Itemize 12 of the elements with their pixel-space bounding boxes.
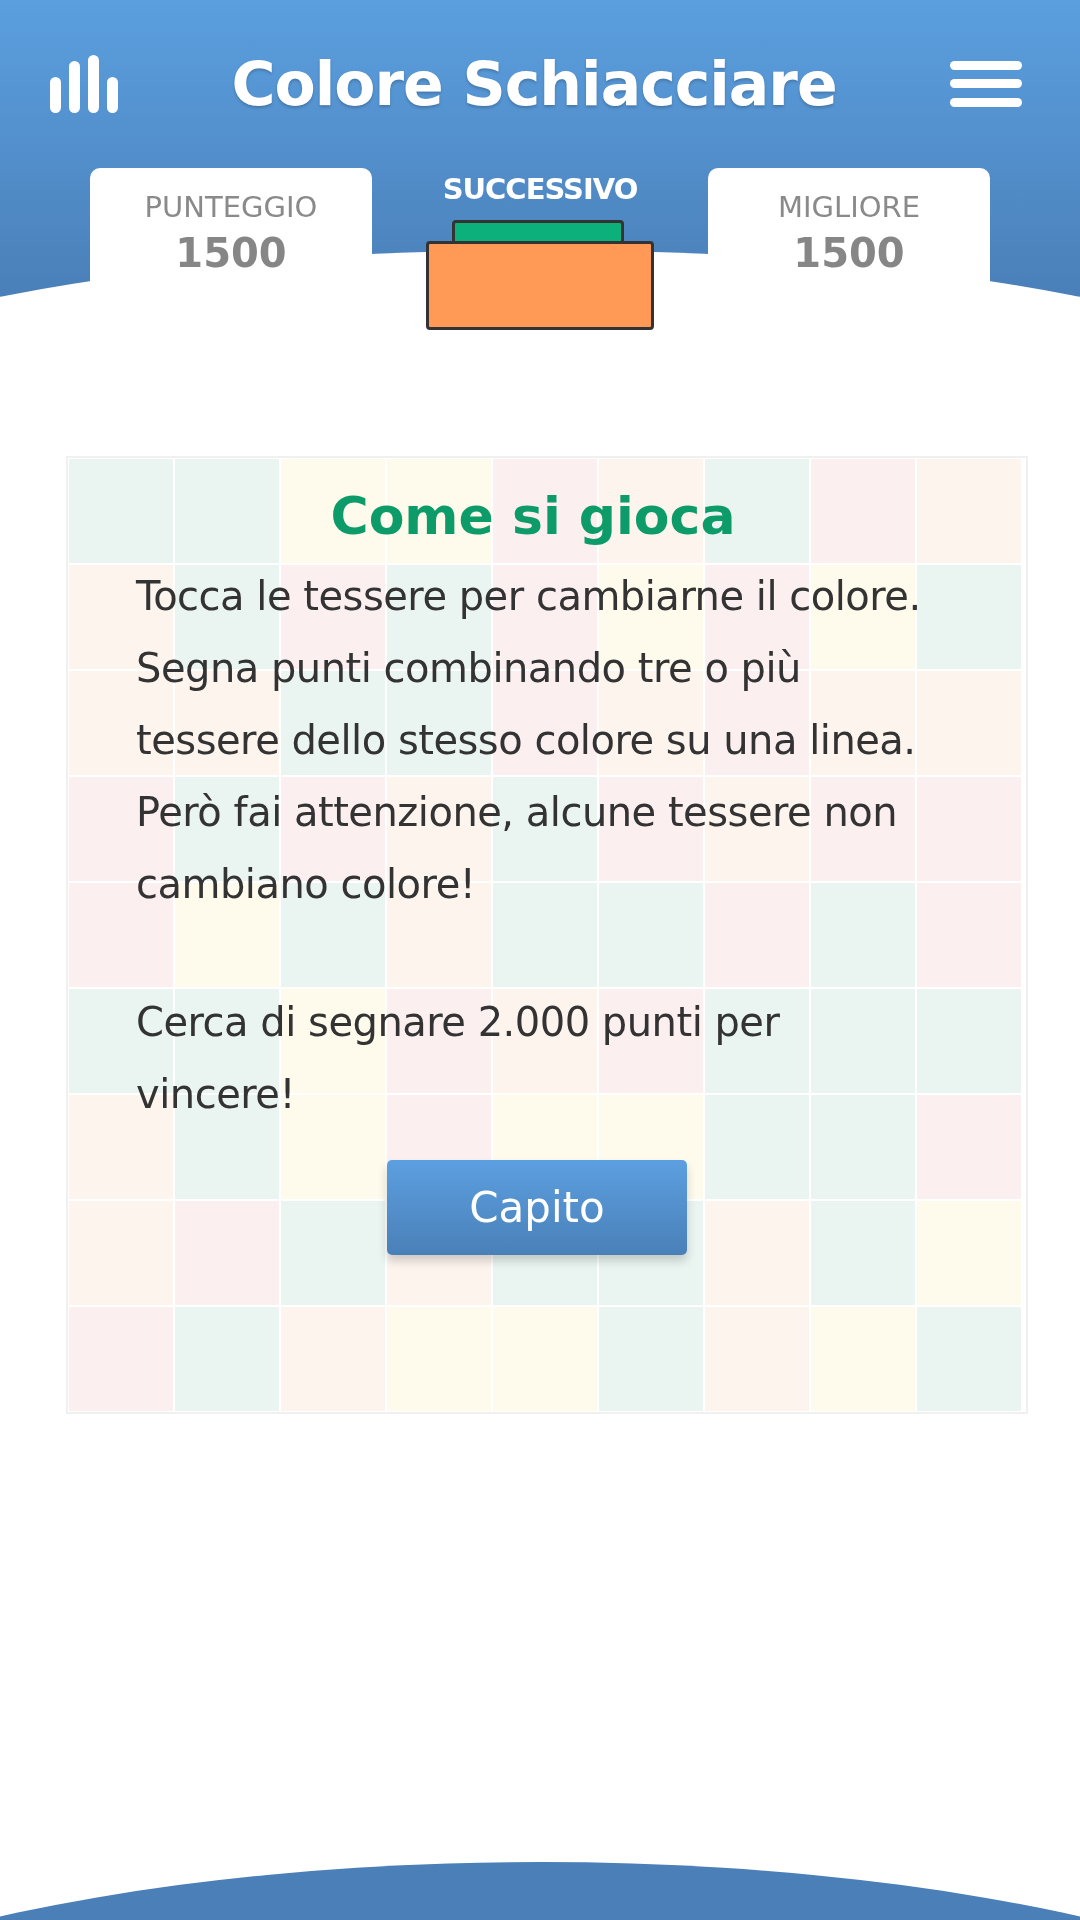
next-label: SUCCESSIVO (442, 172, 638, 206)
bar-chart-icon[interactable] (50, 55, 118, 113)
best-label: MIGLIORE (777, 190, 921, 224)
score-value: 1500 (175, 230, 287, 276)
instruction-text: Tocca le tessere per cambiarne il colore. Segna punti combinando tre o più tessere dello stesso colore su una linea. Però fai attenzione, alcune tessere non cambiano colore! (136, 572, 922, 909)
best-value: 1500 (793, 230, 905, 276)
instruction-text: Cerca di segnare 2.000 punti per vincere! (136, 998, 781, 1119)
score-label: PUNTEGGIO (144, 190, 318, 224)
menu-icon[interactable] (950, 61, 1022, 107)
app-title: Colore Schiacciare (231, 49, 837, 119)
got-it-button[interactable]: Capito (387, 1160, 687, 1255)
dialog-title: Come si gioca (329, 486, 737, 546)
